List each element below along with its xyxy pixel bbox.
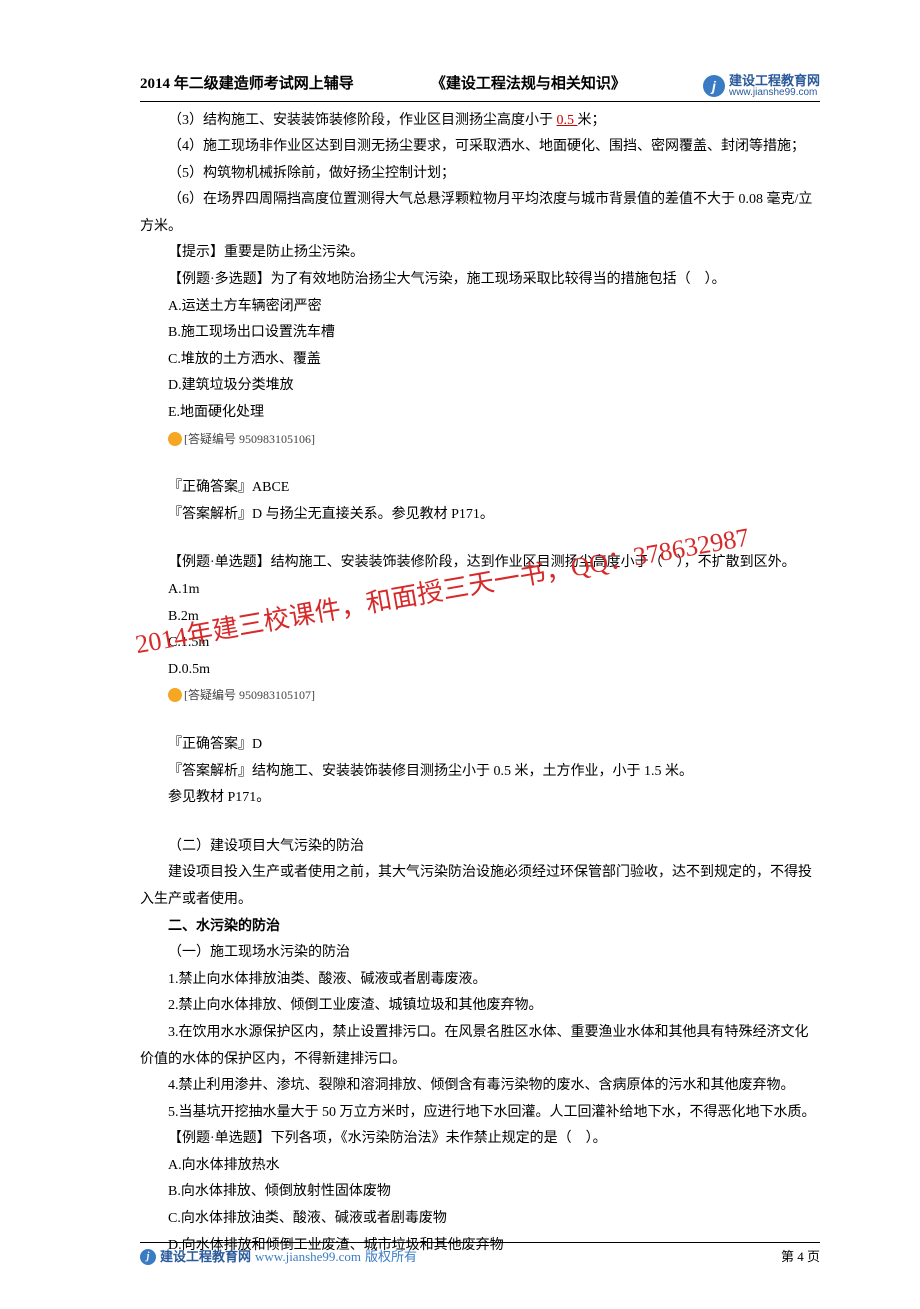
question-id-row: ?[答疑编号 950983105107] — [140, 683, 820, 710]
page-footer: j 建设工程教育网 www.jianshe99.com 版权所有 第 4 页 — [140, 1242, 820, 1270]
option-a: A.向水体排放热水 — [140, 1153, 820, 1180]
answer-analysis: 『答案解析』结构施工、安装装饰装修目测扬尘小于 0.5 米，土方作业，小于 1.… — [140, 759, 820, 786]
tip-paragraph: 【提示】重要是防止扬尘污染。 — [140, 240, 820, 267]
paragraph: 1.禁止向水体排放油类、酸液、碱液或者剧毒废液。 — [140, 967, 820, 994]
paragraph: （3）结构施工、安装装饰装修阶段，作业区目测扬尘高度小于 0.5 米； — [140, 108, 820, 135]
footer-copyright-text: 版权所有 — [365, 1245, 417, 1270]
answer-analysis: 『答案解析』D 与扬尘无直接关系。参见教材 P171。 — [140, 502, 820, 529]
page-number: 第 4 页 — [781, 1245, 820, 1270]
option-d: D.0.5m — [140, 657, 820, 684]
logo-brand-text: 建设工程教育网 — [729, 74, 820, 87]
paragraph: 建设项目投入生产或者使用之前，其大气污染防治设施必须经过环保管部门验收，达不到规… — [140, 860, 820, 913]
subject-title: 《建设工程法规与相关知识》 — [354, 70, 703, 99]
question-id: [答疑编号 950983105106] — [184, 432, 315, 446]
logo-url-text: www.jianshe99.com — [729, 87, 820, 99]
answer-analysis-ref: 参见教材 P171。 — [140, 785, 820, 812]
paragraph: 4.禁止利用渗井、渗坑、裂隙和溶洞排放、倾倒含有毒污染物的废水、含病原体的污水和… — [140, 1073, 820, 1100]
header-logo: j 建设工程教育网 www.jianshe99.com — [703, 74, 820, 99]
paragraph: 3.在饮用水水源保护区内，禁止设置排污口。在风景名胜区水体、重要渔业水体和其他具… — [140, 1020, 820, 1073]
option-c: C.1.5m — [140, 630, 820, 657]
option-a: A.运送土方车辆密闭严密 — [140, 294, 820, 321]
option-c: C.堆放的土方洒水、覆盖 — [140, 347, 820, 374]
paragraph: （6）在场界四周隔挡高度位置测得大气总悬浮颗粒物月平均浓度与城市背景值的差值不大… — [140, 187, 820, 240]
document-body: （3）结构施工、安装装饰装修阶段，作业区目测扬尘高度小于 0.5 米； （4）施… — [140, 108, 820, 1260]
question-stem: 【例题·多选题】为了有效地防治扬尘大气污染，施工现场采取比较得当的措施包括（ ）… — [140, 267, 820, 294]
option-b: B.2m — [140, 604, 820, 631]
help-icon: ? — [168, 688, 182, 702]
question-id: [答疑编号 950983105107] — [184, 688, 315, 702]
footer-brand-text: 建设工程教育网 — [160, 1245, 251, 1270]
question-stem: 【例题·单选题】结构施工、安装装饰装修阶段，达到作业区目测扬尘高度小于（ ），不… — [140, 550, 820, 577]
page-header: 2014 年二级建造师考试网上辅导 《建设工程法规与相关知识》 j 建设工程教育… — [140, 70, 820, 102]
correct-answer: 『正确答案』ABCE — [140, 475, 820, 502]
option-e: E.地面硬化处理 — [140, 400, 820, 427]
highlight-value: 0.5 — [557, 113, 578, 128]
question-id-row: ?[答疑编号 950983105106] — [140, 427, 820, 454]
option-a: A.1m — [140, 577, 820, 604]
paragraph: 2.禁止向水体排放、倾倒工业废渣、城镇垃圾和其他废弃物。 — [140, 993, 820, 1020]
section-heading: （二）建设项目大气污染的防治 — [140, 834, 820, 861]
logo-icon: j — [703, 75, 725, 97]
correct-answer: 『正确答案』D — [140, 732, 820, 759]
footer-url-text: www.jianshe99.com — [255, 1245, 361, 1270]
footer-logo-icon: j — [140, 1249, 156, 1265]
paragraph: （4）施工现场非作业区达到目测无扬尘要求，可采取洒水、地面硬化、围挡、密网覆盖、… — [140, 134, 820, 161]
option-b: B.施工现场出口设置洗车槽 — [140, 320, 820, 347]
paragraph: 5.当基坑开挖抽水量大于 50 万立方米时，应进行地下水回灌。人工回灌补给地下水… — [140, 1100, 820, 1127]
paragraph: （5）构筑物机械拆除前，做好扬尘控制计划； — [140, 161, 820, 188]
section-heading-bold: 二、水污染的防治 — [140, 914, 820, 941]
option-b: B.向水体排放、倾倒放射性固体废物 — [140, 1179, 820, 1206]
question-stem: 【例题·单选题】下列各项，《水污染防治法》未作禁止规定的是（ ）。 — [140, 1126, 820, 1153]
help-icon: ? — [168, 432, 182, 446]
footer-brand-block: j 建设工程教育网 www.jianshe99.com 版权所有 — [140, 1245, 417, 1270]
option-d: D.建筑垃圾分类堆放 — [140, 373, 820, 400]
option-c: C.向水体排放油类、酸液、碱液或者剧毒废物 — [140, 1206, 820, 1233]
section-heading: （一）施工现场水污染的防治 — [140, 940, 820, 967]
course-title: 2014 年二级建造师考试网上辅导 — [140, 70, 354, 99]
